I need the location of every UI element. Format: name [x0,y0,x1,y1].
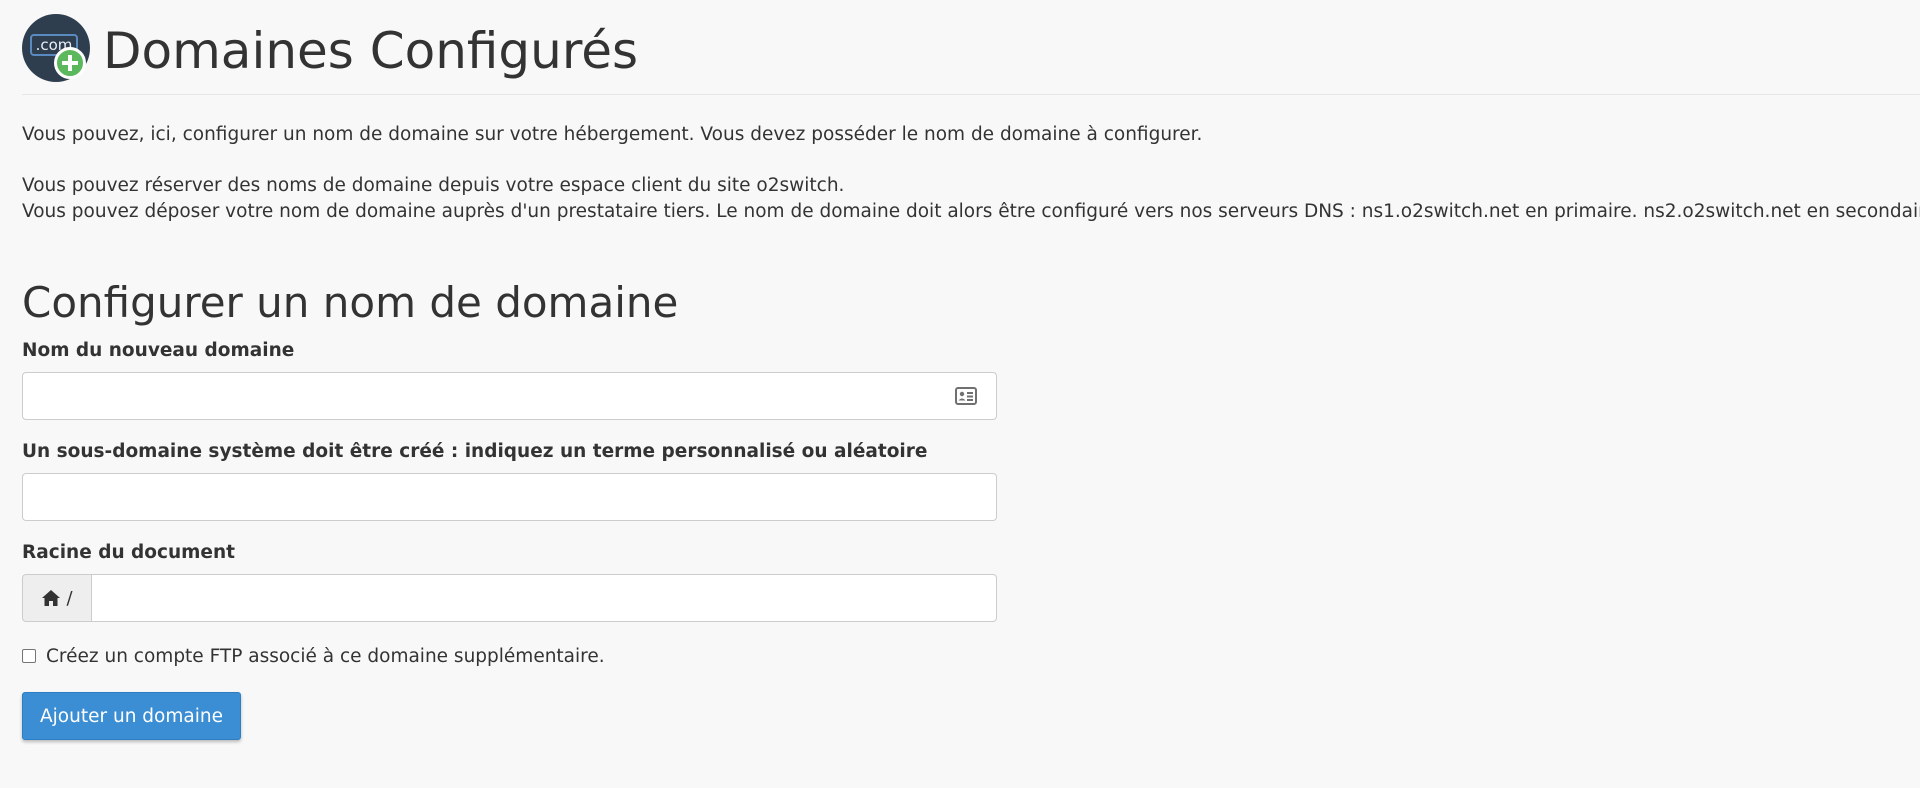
intro-line-2: Vous pouvez réserver des noms de domaine… [22,175,845,196]
docroot-prefix-slash: / [66,587,73,609]
ftp-checkbox-label[interactable]: Créez un compte FTP associé à ce domaine… [46,646,605,667]
docroot-input-group: / [22,574,997,622]
add-domain-button[interactable]: Ajouter un domaine [22,692,241,740]
domain-add-icon: .com [22,14,90,82]
section-title: Configurer un nom de domaine [22,278,679,327]
domain-label: Nom du nouveau domaine [22,340,295,361]
intro-line-1: Vous pouvez, ici, configurer un nom de d… [22,124,1203,145]
docroot-input-wrapper [91,574,997,622]
page-header: .com Domaines Configurés [22,12,1920,95]
page: .com Domaines Configurés Vous pouvez, ic… [0,0,1920,788]
intro-line-3: Vous pouvez déposer votre nom de domaine… [22,201,1920,222]
subdomain-input-wrapper [22,473,997,521]
domain-input-wrapper [22,372,997,420]
docroot-prefix: / [22,574,91,622]
docroot-input[interactable] [92,575,996,621]
intro-text: Vous pouvez, ici, configurer un nom de d… [22,122,1920,225]
page-title: Domaines Configurés [103,22,639,80]
subdomain-input[interactable] [23,474,996,520]
plus-icon [54,47,86,79]
ftp-checkbox-row: Créez un compte FTP associé à ce domaine… [22,643,605,669]
docroot-label: Racine du document [22,542,235,563]
ftp-checkbox[interactable] [22,649,36,663]
address-card-icon [955,387,977,405]
subdomain-label: Un sous-domaine système doit être créé :… [22,441,928,462]
home-icon [42,590,61,606]
domain-input[interactable] [23,373,996,419]
